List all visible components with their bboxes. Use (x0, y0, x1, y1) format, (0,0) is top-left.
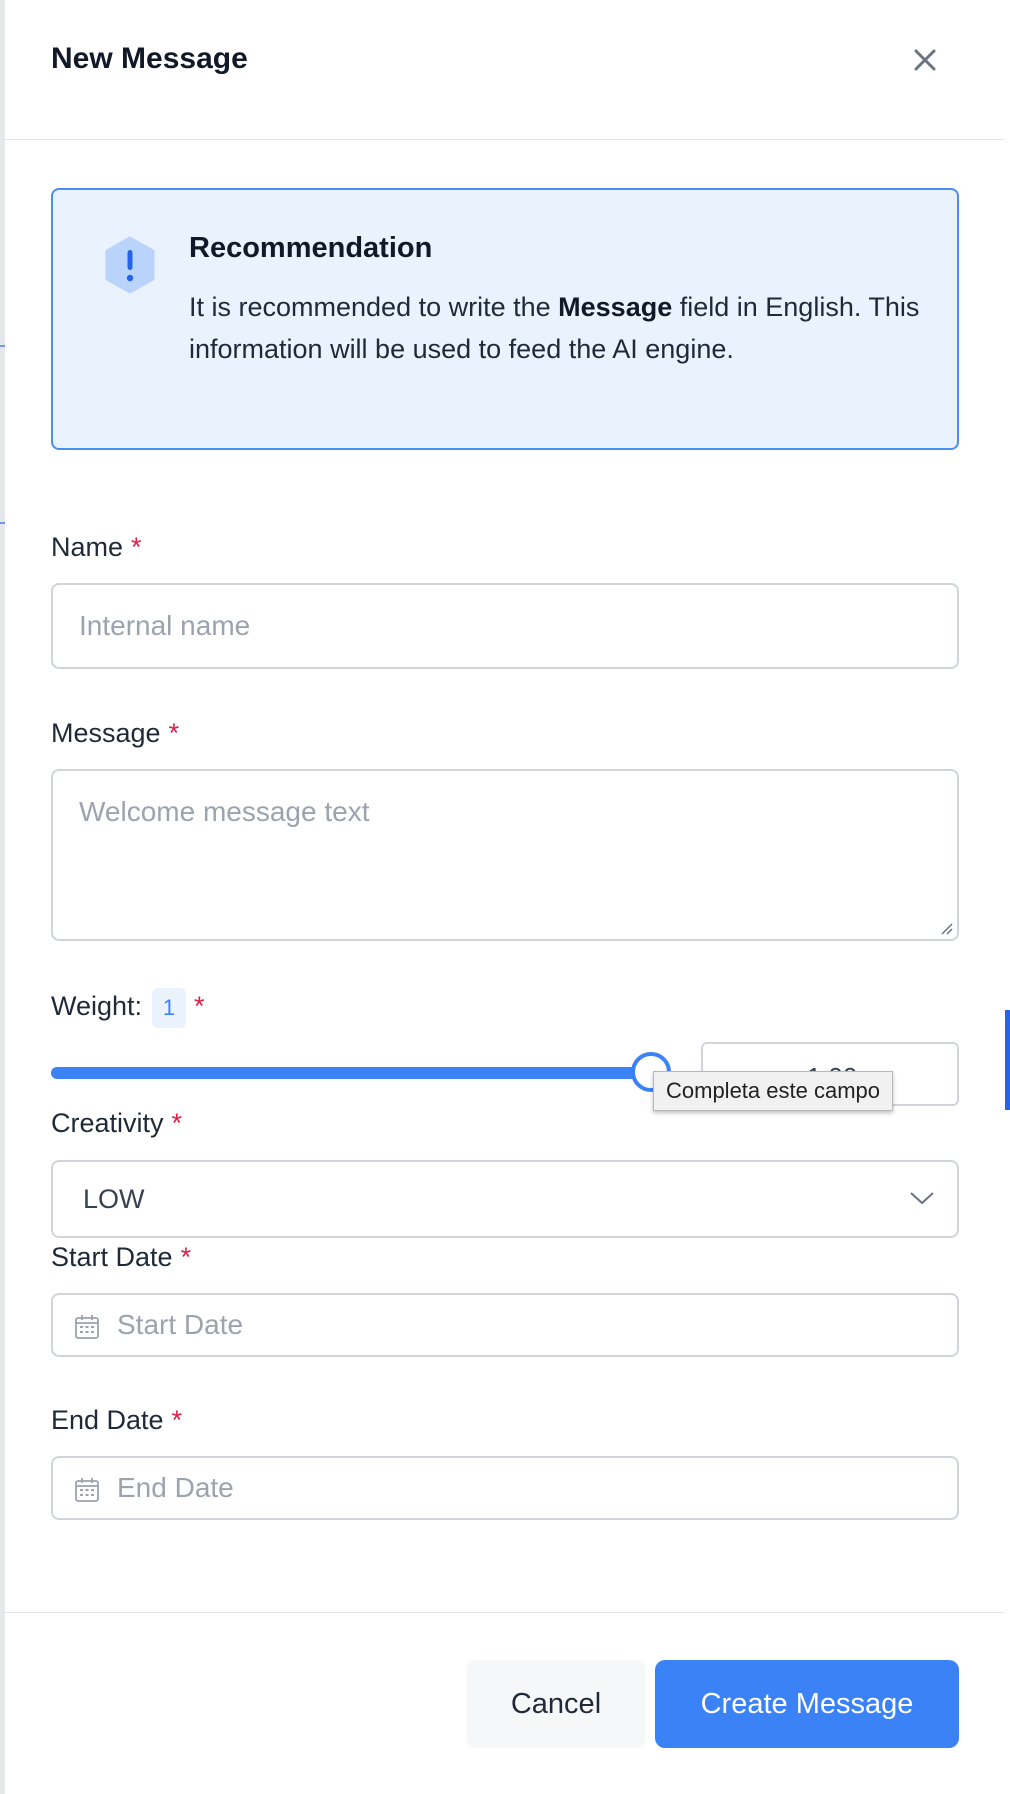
alert-body-bold: Message (558, 292, 673, 322)
name-placeholder: Internal name (79, 610, 251, 641)
end-date-input[interactable]: End Date (51, 1456, 959, 1520)
creativity-label: Creativity * (51, 1108, 183, 1138)
required-mark: * (180, 1242, 192, 1272)
validation-tooltip: Completa este campo (653, 1071, 893, 1111)
weight-badge: 1 (152, 988, 187, 1028)
required-mark: * (171, 1108, 183, 1138)
weight-slider-fill (51, 1067, 651, 1079)
alert-body: It is recommended to write the Message f… (189, 292, 920, 364)
required-mark: * (168, 718, 180, 748)
weight-label: Weight: 1 * (51, 988, 205, 1028)
name-label: Name * (51, 532, 142, 562)
cancel-button[interactable]: Cancel (467, 1660, 645, 1748)
name-input[interactable]: Internal name (51, 583, 959, 669)
creativity-select[interactable]: LOW (51, 1160, 959, 1238)
creativity-selected-value: LOW (83, 1184, 145, 1214)
calendar-icon (75, 1478, 99, 1502)
end-date-label: End Date * (51, 1405, 183, 1435)
recommendation-alert: Recommendation It is recommended to writ… (51, 188, 959, 450)
required-mark: * (131, 532, 142, 562)
message-label: Message * (51, 718, 180, 748)
alert-title: Recommendation (189, 232, 433, 264)
modal-header: New Message (5, 0, 1005, 140)
resize-handle-icon[interactable] (939, 921, 953, 935)
start-date-placeholder: Start Date (117, 1309, 244, 1340)
message-placeholder: Welcome message text (79, 796, 370, 827)
start-date-input[interactable]: Start Date (51, 1293, 959, 1357)
message-textarea[interactable]: Welcome message text (51, 769, 959, 941)
weight-slider-track[interactable] (51, 1067, 651, 1079)
required-mark: * (194, 991, 205, 1022)
required-mark: * (171, 1405, 183, 1435)
background-element (1005, 1010, 1010, 1110)
create-message-button[interactable]: Create Message (655, 1660, 959, 1748)
modal-title: New Message (51, 42, 248, 75)
calendar-icon (75, 1315, 99, 1339)
footer-divider (5, 1612, 1005, 1613)
start-date-label: Start Date * (51, 1242, 192, 1272)
alert-hexagon-icon (103, 236, 157, 294)
end-date-placeholder: End Date (117, 1472, 234, 1503)
chevron-down-icon (910, 1192, 934, 1205)
close-icon[interactable] (907, 42, 943, 78)
new-message-modal: New Message Recommendation It is recomme… (5, 0, 1005, 1794)
